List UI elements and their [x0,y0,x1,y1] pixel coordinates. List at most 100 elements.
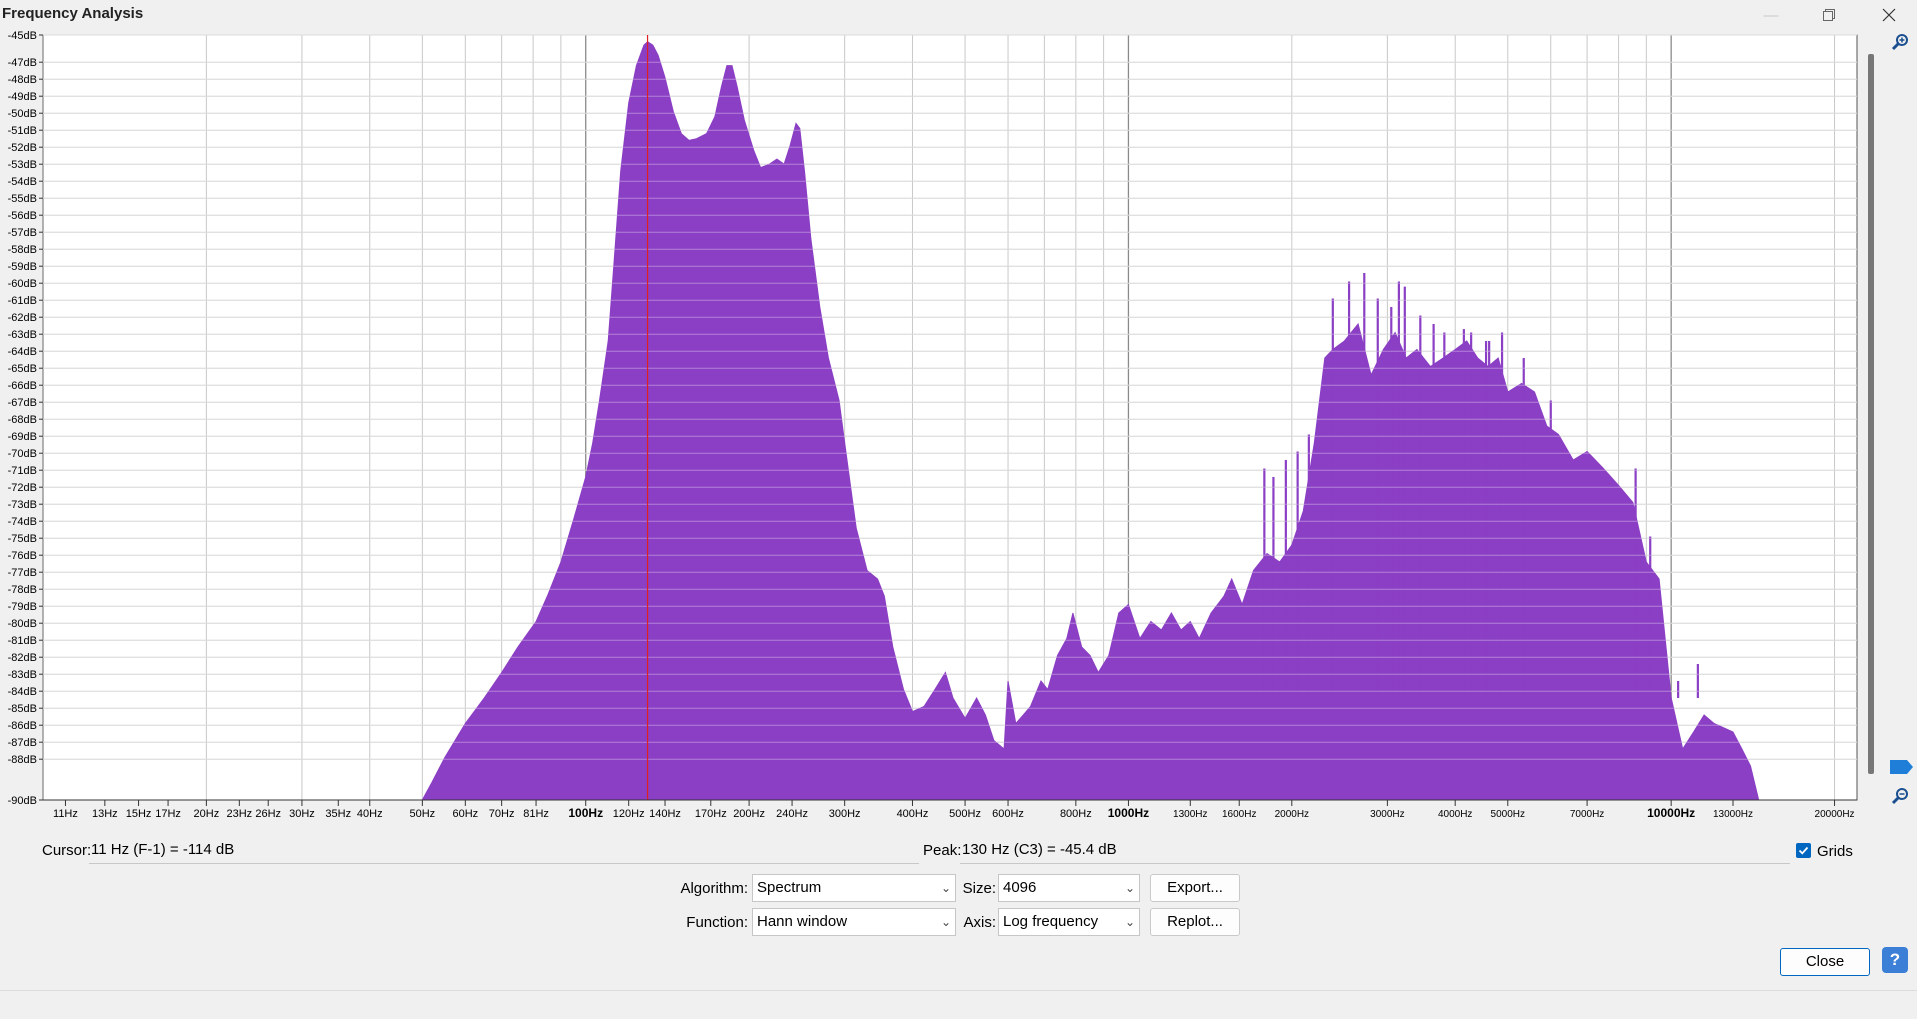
x-tick-label: 5000Hz [1491,809,1525,820]
y-tick-label: -53dB [8,159,37,171]
x-tick-label: 10000Hz [1647,806,1695,820]
x-tick-label: 500Hz [949,808,981,820]
size-select[interactable]: 4096 ⌄ [998,874,1140,902]
help-button[interactable]: ? [1882,947,1908,973]
y-tick-label: -81dB [8,635,37,647]
size-value: 4096 [1003,879,1037,896]
status-bar-divider [0,990,1917,991]
export-button[interactable]: Export... [1150,874,1240,902]
x-tick-label: 26Hz [255,808,281,820]
y-tick-label: -55dB [8,193,37,205]
y-tick-label: -69dB [8,431,37,443]
y-tick-label: -47dB [8,57,37,69]
spectrum-plot[interactable]: -45dB -47dB -48dB -49dB -50dB -51dB -52dB -53dB… [0,30,1860,830]
y-tick-label: -63dB [8,329,37,341]
zoom-in-icon[interactable] [1890,32,1912,54]
x-tick-label: 200Hz [733,808,765,820]
y-tick-label: -64dB [8,346,37,358]
y-tick-label: -67dB [8,397,37,409]
algorithm-label: Algorithm: [680,880,748,897]
y-tick-label: -59dB [8,261,37,273]
axis-select[interactable]: Log frequency ⌄ [998,908,1140,936]
y-tick-label: -77dB [8,567,37,579]
x-tick-label: 800Hz [1060,808,1092,820]
chevron-down-icon: ⌄ [1124,881,1135,895]
x-tick-label: 20000Hz [1815,809,1855,820]
y-tick-label: -66dB [8,380,37,392]
window-title: Frequency Analysis [2,5,144,22]
grids-label: Grids [1817,843,1853,860]
axis-value: Log frequency [1003,913,1099,930]
x-tick-label: 17Hz [155,808,181,820]
x-tick-label: 140Hz [649,808,681,820]
y-tick-label: -70dB [8,448,37,460]
cursor-readout: 11 Hz (F-1) = -114 dB [89,838,919,864]
x-tick-label: 50Hz [410,808,436,820]
x-tick-label: 35Hz [325,808,351,820]
y-tick-label: -85dB [8,703,37,715]
peak-label: Peak: [923,842,962,859]
y-tick-label: -88dB [8,754,37,766]
y-tick-label: -60dB [8,278,37,290]
x-tick-label: 23Hz [226,808,252,820]
x-tick-label: 170Hz [695,808,727,820]
close-button[interactable]: Close [1780,948,1870,976]
y-tick-label: -61dB [8,295,37,307]
y-tick-label: -87dB [8,737,37,749]
x-tick-label: 100Hz [568,806,603,820]
x-tick-label: 11Hz [53,808,78,820]
x-tick-label: 2000Hz [1275,809,1309,820]
x-tick-label: 13000Hz [1713,809,1753,820]
y-tick-label: -90dB [8,795,37,807]
x-tick-label: 60Hz [452,808,478,820]
y-tick-label: -75dB [8,533,37,545]
y-tick-label: -62dB [8,312,37,324]
function-label: Function: [686,914,748,931]
minimize-icon[interactable]: — [1748,0,1794,30]
y-tick-label: -54dB [8,176,37,188]
y-tick-label: -49dB [8,91,37,103]
x-tick-label: 4000Hz [1438,809,1472,820]
algorithm-select[interactable]: Spectrum ⌄ [752,874,956,902]
axis-label: Axis: [963,914,996,931]
x-tick-label: 70Hz [489,808,515,820]
y-tick-label: -57dB [8,227,37,239]
y-tick-label: -50dB [8,108,37,120]
y-tick-label: -76dB [8,550,37,562]
x-tick-label: 600Hz [992,808,1024,820]
y-tick-label: -86dB [8,720,37,732]
vertical-scrollbar[interactable] [1868,54,1874,774]
y-tick-label: -80dB [8,618,37,630]
zoom-out-icon[interactable] [1890,786,1912,808]
y-tick-label: -56dB [8,210,37,222]
x-tick-label: 400Hz [897,808,929,820]
restore-icon[interactable] [1806,0,1852,30]
y-tick-label: -79dB [8,601,37,613]
y-tick-label: -51dB [8,125,37,137]
y-tick-label: -68dB [8,414,37,426]
close-icon[interactable] [1866,0,1912,30]
x-tick-label: 13Hz [92,808,118,820]
x-tick-label: 40Hz [357,808,383,820]
x-tick-label: 240Hz [776,808,808,820]
function-select[interactable]: Hann window ⌄ [752,908,956,936]
y-tick-label: -58dB [8,244,37,256]
replot-button[interactable]: Replot... [1150,908,1240,936]
zoom-slider-thumb[interactable] [1890,760,1913,774]
x-tick-label: 1300Hz [1173,809,1207,820]
x-tick-label: 30Hz [289,808,315,820]
y-tick-label: -78dB [8,584,37,596]
x-tick-label: 1000Hz [1108,806,1149,820]
y-tick-label: -82dB [8,652,37,664]
y-tick-label: -48dB [8,74,37,86]
x-tick-label: 20Hz [194,808,220,820]
y-tick-label: -84dB [8,686,37,698]
y-tick-label: -71dB [8,465,37,477]
function-value: Hann window [757,913,848,930]
y-tick-label: -83dB [8,669,37,681]
y-tick-label: -73dB [8,499,37,511]
peak-readout: 130 Hz (C3) = -45.4 dB [960,838,1790,864]
y-tick-label: -72dB [8,482,37,494]
grids-checkbox[interactable] [1796,843,1811,858]
y-tick-label: -45dB [8,30,37,42]
